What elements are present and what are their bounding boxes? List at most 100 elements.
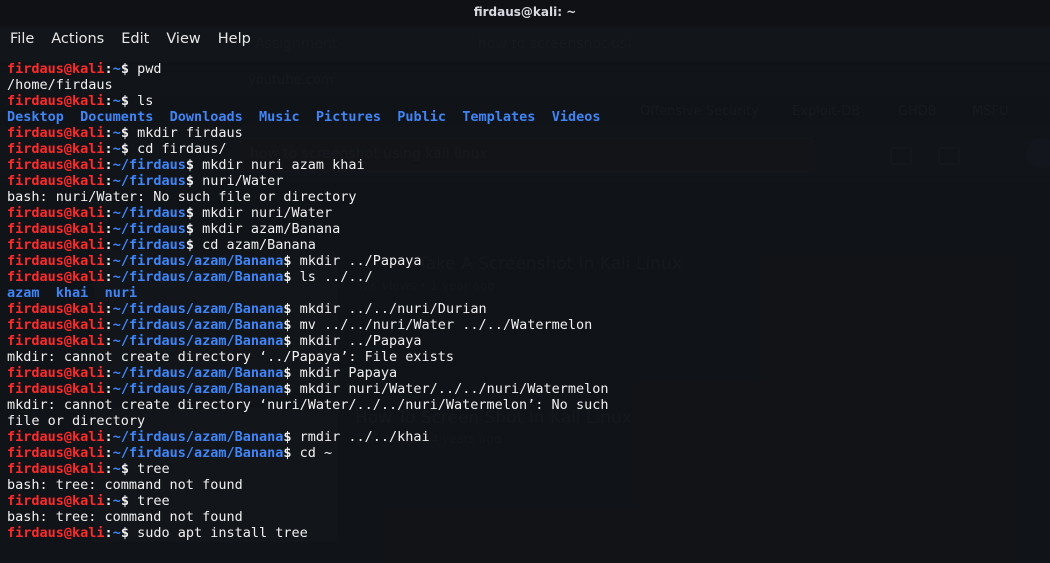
prompt-line: firdaus@kali:~$ tree bbox=[7, 461, 1050, 477]
command-text: mkdir ../Papaya bbox=[299, 253, 422, 269]
prompt-line: firdaus@kali:~/firdaus$ cd azam/Banana bbox=[7, 237, 1050, 253]
prompt-path: ~ bbox=[112, 93, 121, 109]
directory-entry: nuri bbox=[104, 285, 138, 301]
prompt-line: firdaus@kali:~/firdaus/azam/Banana$ ls .… bbox=[7, 269, 1050, 285]
prompt-colon: : bbox=[104, 237, 113, 253]
directory-entry: Videos bbox=[551, 109, 601, 125]
command-text: tree bbox=[137, 461, 170, 477]
prompt-colon: : bbox=[104, 445, 113, 461]
directory-entry: Desktop bbox=[7, 109, 64, 125]
prompt-line: firdaus@kali:~/firdaus/azam/Banana$ mv .… bbox=[7, 317, 1050, 333]
command-text: mkdir nuri/Water/../../nuri/Watermelon bbox=[299, 381, 609, 397]
menu-help[interactable]: Help bbox=[210, 31, 259, 47]
prompt-path: ~/firdaus bbox=[112, 205, 186, 221]
menu-actions[interactable]: Actions bbox=[43, 31, 112, 47]
prompt-user: firdaus@kali bbox=[7, 365, 105, 381]
prompt-line: firdaus@kali:~/firdaus$ mkdir azam/Banan… bbox=[7, 221, 1050, 237]
prompt-path: ~ bbox=[112, 125, 121, 141]
command-text: ls bbox=[137, 93, 154, 109]
prompt-line: firdaus@kali:~$ mkdir firdaus bbox=[7, 125, 1050, 141]
directory-listing: Desktop Documents Downloads Music Pictur… bbox=[7, 109, 1050, 125]
command-text: mkdir ../../nuri/Durian bbox=[299, 301, 487, 317]
terminal-output[interactable]: firdaus@kali:~$ pwd/home/firdaus firdaus@… bbox=[7, 61, 1050, 541]
menu-bar: File Actions Edit View Help bbox=[0, 26, 1050, 52]
prompt-symbol: $ bbox=[120, 125, 138, 141]
prompt-colon: : bbox=[104, 429, 113, 445]
command-text: mkdir Papaya bbox=[299, 365, 398, 381]
prompt-user: firdaus@kali bbox=[7, 205, 105, 221]
prompt-symbol: $ bbox=[185, 205, 203, 221]
command-text: mkdir firdaus bbox=[137, 125, 243, 141]
prompt-path: ~/firdaus/azam/Banana bbox=[112, 381, 284, 397]
command-text: cd ~ bbox=[299, 445, 333, 461]
directory-entry: Pictures bbox=[315, 109, 381, 125]
prompt-symbol: $ bbox=[185, 237, 203, 253]
command-text: mkdir nuri/Water bbox=[202, 205, 333, 221]
prompt-line: firdaus@kali:~/firdaus$ mkdir nuri azam … bbox=[7, 157, 1050, 173]
prompt-colon: : bbox=[104, 125, 113, 141]
prompt-user: firdaus@kali bbox=[7, 445, 105, 461]
prompt-symbol: $ bbox=[283, 269, 300, 285]
prompt-line: firdaus@kali:~/firdaus/azam/Banana$ mkdi… bbox=[7, 301, 1050, 317]
terminal-window: firdaus@kali: ~ File Actions Edit View H… bbox=[0, 0, 1050, 563]
prompt-user: firdaus@kali bbox=[7, 269, 105, 285]
directory-listing: azam khai nuri bbox=[7, 285, 1050, 301]
prompt-symbol: $ bbox=[120, 525, 138, 541]
command-text: nuri/Water bbox=[202, 173, 284, 189]
command-text: mkdir azam/Banana bbox=[202, 221, 341, 237]
prompt-path: ~/firdaus bbox=[112, 157, 186, 173]
directory-entry: Public bbox=[397, 109, 446, 125]
prompt-user: firdaus@kali bbox=[7, 141, 105, 157]
directory-entry: azam bbox=[7, 285, 40, 301]
prompt-user: firdaus@kali bbox=[7, 93, 105, 109]
command-text: pwd bbox=[137, 61, 162, 77]
prompt-path: ~ bbox=[112, 61, 121, 77]
window-title: firdaus@kali: ~ bbox=[473, 5, 577, 19]
prompt-line: firdaus@kali:~/firdaus$ mkdir nuri/Water bbox=[7, 205, 1050, 221]
prompt-path: ~/firdaus bbox=[112, 221, 186, 237]
prompt-symbol: $ bbox=[120, 61, 138, 77]
prompt-user: firdaus@kali bbox=[7, 61, 105, 77]
prompt-path: ~/firdaus/azam/Banana bbox=[112, 429, 284, 445]
prompt-user: firdaus@kali bbox=[7, 333, 105, 349]
prompt-line: firdaus@kali:~$ cd firdaus/ bbox=[7, 141, 1050, 157]
prompt-symbol: $ bbox=[120, 493, 138, 509]
prompt-symbol: $ bbox=[283, 301, 300, 317]
command-text: sudo apt install tree bbox=[137, 525, 308, 541]
prompt-line: firdaus@kali:~/firdaus/azam/Banana$ mkdi… bbox=[7, 333, 1050, 349]
directory-entry: Templates bbox=[462, 109, 536, 125]
prompt-colon: : bbox=[104, 173, 113, 189]
menu-file[interactable]: File bbox=[2, 31, 42, 47]
prompt-symbol: $ bbox=[185, 157, 203, 173]
prompt-user: firdaus@kali bbox=[7, 525, 105, 541]
prompt-path: ~/firdaus/azam/Banana bbox=[112, 253, 284, 269]
command-text: ls ../../ bbox=[299, 269, 373, 285]
menu-edit[interactable]: Edit bbox=[113, 31, 157, 47]
prompt-line: firdaus@kali:~/firdaus$ nuri/Water bbox=[7, 173, 1050, 189]
prompt-symbol: $ bbox=[283, 381, 300, 397]
prompt-path: ~ bbox=[112, 525, 121, 541]
prompt-user: firdaus@kali bbox=[7, 429, 105, 445]
output-line: file or directory bbox=[7, 413, 146, 429]
prompt-symbol: $ bbox=[120, 141, 138, 157]
prompt-symbol: $ bbox=[283, 445, 300, 461]
prompt-colon: : bbox=[104, 205, 113, 221]
prompt-path: ~ bbox=[112, 461, 121, 477]
prompt-line: firdaus@kali:~$ tree bbox=[7, 493, 1050, 509]
prompt-line: firdaus@kali:~$ ls bbox=[7, 93, 1050, 109]
prompt-path: ~/firdaus bbox=[112, 173, 186, 189]
prompt-symbol: $ bbox=[185, 221, 203, 237]
prompt-symbol: $ bbox=[185, 173, 203, 189]
prompt-path: ~/firdaus bbox=[112, 237, 186, 253]
output-line: bash: tree: command not found bbox=[7, 477, 243, 493]
prompt-user: firdaus@kali bbox=[7, 173, 105, 189]
prompt-user: firdaus@kali bbox=[7, 125, 105, 141]
command-text: tree bbox=[137, 493, 170, 509]
prompt-path: ~ bbox=[112, 493, 121, 509]
menu-view[interactable]: View bbox=[158, 31, 208, 47]
output-line: mkdir: cannot create directory ‘nuri/Wat… bbox=[7, 397, 609, 413]
prompt-user: firdaus@kali bbox=[7, 237, 105, 253]
output-line: bash: nuri/Water: No such file or direct… bbox=[7, 189, 357, 205]
prompt-colon: : bbox=[104, 461, 113, 477]
prompt-symbol: $ bbox=[283, 253, 300, 269]
